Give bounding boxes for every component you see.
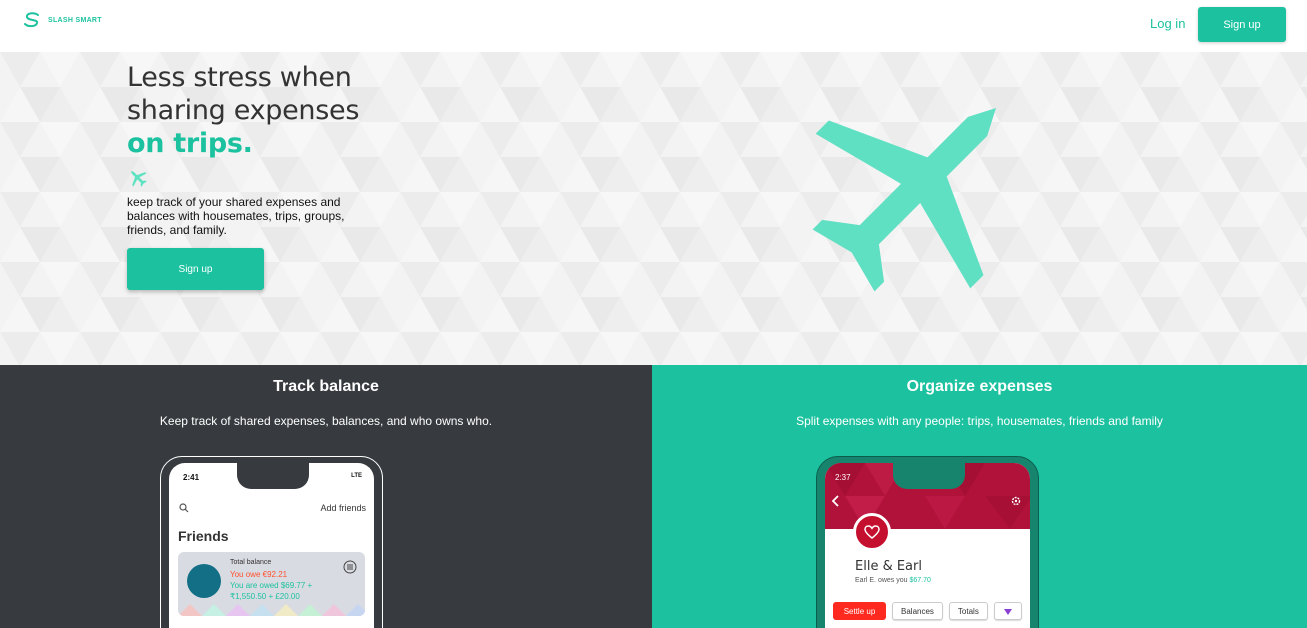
signup-button-header[interactable]: Sign up <box>1198 7 1286 42</box>
feature-title-organize-expenses: Organize expenses <box>906 378 1053 395</box>
signup-button-hero[interactable]: Sign up <box>127 248 264 290</box>
status-time: 2:41 <box>183 473 200 482</box>
more-button <box>993 602 1022 620</box>
logo-text: SLASH SMART <box>48 16 102 24</box>
balances-button: Balances <box>892 602 943 620</box>
search-icon <box>179 503 189 513</box>
airplane-small-icon <box>130 170 147 187</box>
hero-section: Less stress when sharing expenses on tri… <box>0 52 1307 365</box>
phone-notch <box>893 463 965 489</box>
airplane-icon <box>812 107 997 292</box>
gear-icon <box>1011 496 1021 506</box>
friends-title: Friends <box>178 528 229 544</box>
status-network: LTE <box>351 473 362 479</box>
hero-description: keep track of your shared expenses and b… <box>127 195 345 237</box>
diamond-icon <box>1003 609 1012 615</box>
brand-logo[interactable]: SLASH SMART <box>22 12 102 28</box>
group-actions: Settle up Balances Totals <box>833 602 1022 620</box>
group-owes-text: Earl E. owes you <box>855 577 908 584</box>
phone-notch <box>237 463 309 489</box>
phone-screen: 2:37 Elle & Earl Earl E. owes you $67.70… <box>825 463 1030 628</box>
phone-mockup-group: 2:37 Elle & Earl Earl E. owes you $67.70… <box>816 456 1039 628</box>
you-are-owed-text: You are owed $69.77 + <box>230 581 313 590</box>
group-name: Elle & Earl <box>855 559 922 574</box>
back-arrow-icon <box>831 495 839 507</box>
feature-subtitle-track-balance: Keep track of shared expenses, balances,… <box>159 414 493 428</box>
logo-s-icon <box>24 12 39 28</box>
you-owe-text: You owe €92.21 <box>230 570 288 579</box>
feature-organize-expenses: Organize expenses Split expenses with an… <box>652 365 1307 628</box>
add-friends-link: Add friends <box>320 503 366 513</box>
hero-headline: Less stress when sharing expenses on tri… <box>127 61 359 160</box>
status-time: 2:37 <box>835 473 851 482</box>
group-avatar <box>853 513 891 551</box>
feature-subtitle-organize-expenses: Split expenses with any people: trips, h… <box>796 414 1163 428</box>
group-owes-summary: Earl E. owes you $67.70 <box>855 577 931 584</box>
list-circle-icon <box>343 560 357 574</box>
login-link[interactable]: Log in <box>1150 16 1185 31</box>
group-owes-amount: $67.70 <box>909 577 931 584</box>
feature-title-track-balance: Track balance <box>273 378 379 395</box>
top-nav: SLASH SMART Log in Sign up <box>0 0 1307 52</box>
totals-button: Totals <box>948 602 988 620</box>
phone-screen: 2:41 LTE Add friends Friends Total balan… <box>169 463 374 628</box>
headline-line-2: sharing expenses <box>127 95 360 126</box>
headline-line-1: Less stress when <box>127 62 352 93</box>
total-balance-label: Total balance <box>230 559 272 566</box>
heart-icon <box>864 525 880 539</box>
total-balance-card: Total balance You owe €92.21 You are owe… <box>178 552 365 616</box>
feature-track-balance: Track balance Keep track of shared expen… <box>0 365 652 628</box>
card-pattern <box>178 604 365 616</box>
phone-mockup-friends: 2:41 LTE Add friends Friends Total balan… <box>160 456 383 628</box>
avatar <box>187 564 221 598</box>
you-are-owed-more-text: ₹1,550.50 + £20.00 <box>230 592 300 601</box>
headline-accent: on trips. <box>127 128 253 159</box>
settle-up-button: Settle up <box>833 602 886 620</box>
